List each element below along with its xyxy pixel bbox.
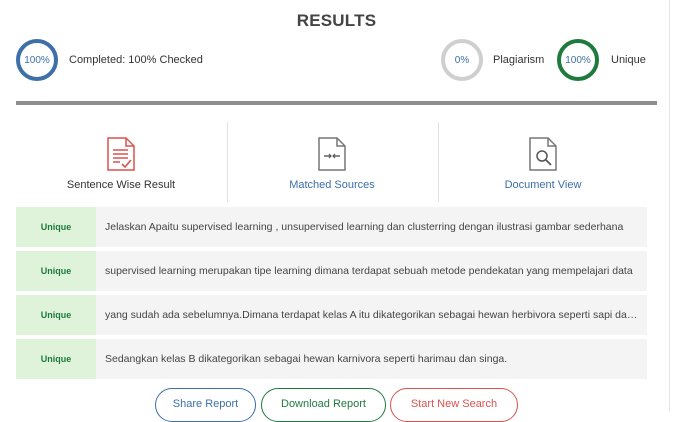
sentence-text: supervised learning merupakan tipe learn… — [105, 265, 633, 277]
document-compare-icon — [318, 137, 346, 171]
share-report-button[interactable]: Share Report — [155, 388, 256, 422]
unique-value: 100% — [565, 54, 591, 66]
right-border — [669, 0, 670, 411]
unique-circle: 100% — [557, 39, 599, 81]
status-badge: Unique — [16, 295, 96, 335]
result-row: Unique Sedangkan kelas B dikategorikan s… — [16, 339, 647, 379]
download-report-button[interactable]: Download Report — [261, 388, 386, 422]
progress-bar — [16, 101, 657, 105]
tab-document-view[interactable]: Document View — [438, 122, 648, 202]
start-new-search-button[interactable]: Start New Search — [390, 388, 518, 422]
tab-label: Sentence Wise Result — [66, 179, 176, 191]
tab-sentence-wise-result[interactable]: Sentence Wise Result — [16, 122, 226, 202]
plagiarism-circle: 0% — [441, 39, 483, 81]
tab-matched-sources[interactable]: Matched Sources — [227, 122, 437, 202]
page-title: RESULTS — [296, 11, 377, 30]
result-row: Unique yang sudah ada sebelumnya.Dimana … — [16, 295, 647, 335]
result-row: Unique supervised learning merupakan tip… — [16, 251, 647, 291]
tab-label: Matched Sources — [289, 179, 375, 191]
sentence-text: Jelaskan Apaitu supervised learning , un… — [105, 221, 624, 233]
unique-label: Unique — [611, 54, 646, 66]
tab-label: Document View — [504, 179, 582, 191]
status-badge: Unique — [16, 251, 96, 291]
completed-value: 100% — [24, 54, 50, 66]
status-badge: Unique — [16, 339, 96, 379]
document-check-icon — [107, 137, 135, 171]
document-search-icon — [529, 137, 557, 171]
status-badge: Unique — [16, 207, 96, 247]
completed-progress-circle: 100% — [16, 39, 58, 81]
result-row: Unique Jelaskan Apaitu supervised learni… — [16, 207, 647, 247]
completed-label: Completed: 100% Checked — [69, 54, 203, 66]
sentence-text: yang sudah ada sebelumnya.Dimana terdapa… — [105, 309, 641, 321]
plagiarism-label: Plagiarism — [493, 54, 545, 66]
plagiarism-value: 0% — [454, 54, 470, 66]
sentence-text: Sedangkan kelas B dikategorikan sebagai … — [105, 353, 508, 365]
